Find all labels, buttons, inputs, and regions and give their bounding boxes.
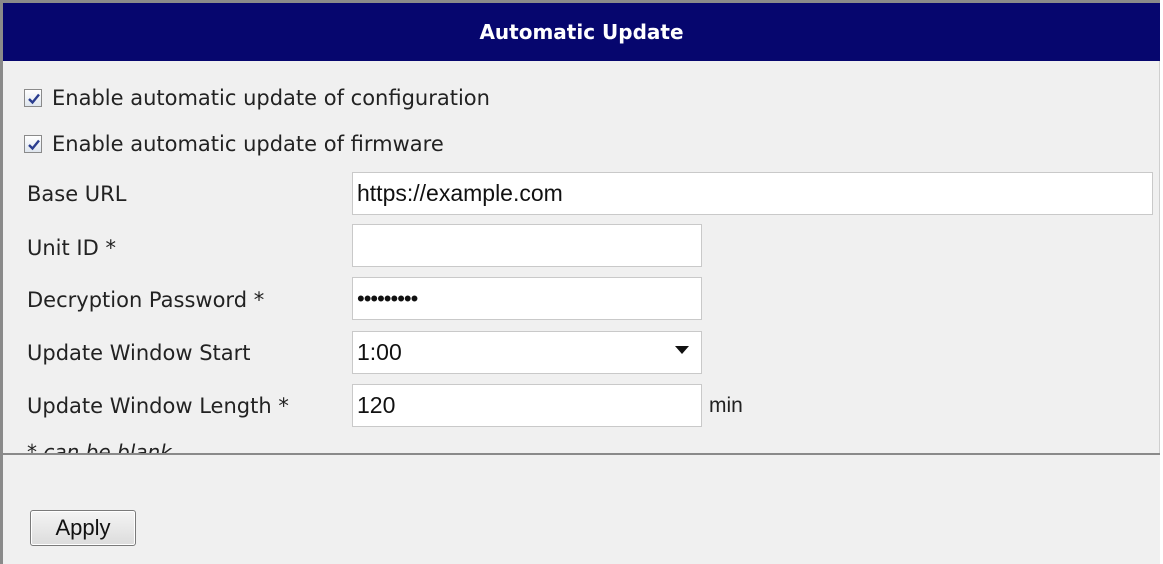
- unit-id-label: Unit ID *: [27, 236, 116, 260]
- panel-title: Automatic Update: [479, 20, 684, 44]
- config-update-label: Enable automatic update of configuration: [52, 86, 490, 110]
- firmware-update-label: Enable automatic update of firmware: [52, 132, 444, 156]
- window-length-input[interactable]: 120: [352, 384, 702, 427]
- apply-button-label: Apply: [55, 515, 111, 540]
- config-update-option[interactable]: Enable automatic update of configuration: [24, 86, 490, 110]
- unit-id-input[interactable]: [352, 224, 702, 267]
- checkmark-icon: [28, 139, 40, 151]
- window-length-label: Update Window Length *: [27, 394, 289, 418]
- base-url-input[interactable]: https://example.com: [352, 172, 1153, 215]
- window-length-value: 120: [357, 392, 396, 418]
- window-start-value: 1:00: [357, 339, 402, 365]
- decryption-password-value: •••••••••: [357, 285, 418, 311]
- panel-header: Automatic Update: [3, 3, 1160, 61]
- window-start-label: Update Window Start: [27, 341, 251, 365]
- base-url-value: https://example.com: [357, 180, 563, 206]
- form-footer: [3, 453, 1160, 564]
- checkmark-icon: [28, 93, 40, 105]
- config-update-checkbox[interactable]: [24, 89, 42, 107]
- firmware-update-option[interactable]: Enable automatic update of firmware: [24, 132, 444, 156]
- dropdown-arrow-icon: [675, 346, 689, 354]
- apply-button[interactable]: Apply: [30, 510, 136, 546]
- window-start-select[interactable]: 1:00: [352, 331, 702, 374]
- firmware-update-checkbox[interactable]: [24, 135, 42, 153]
- base-url-label: Base URL: [27, 182, 127, 206]
- decryption-password-label: Decryption Password *: [27, 288, 265, 312]
- decryption-password-input[interactable]: •••••••••: [352, 277, 702, 320]
- window-length-unit: min: [709, 394, 743, 417]
